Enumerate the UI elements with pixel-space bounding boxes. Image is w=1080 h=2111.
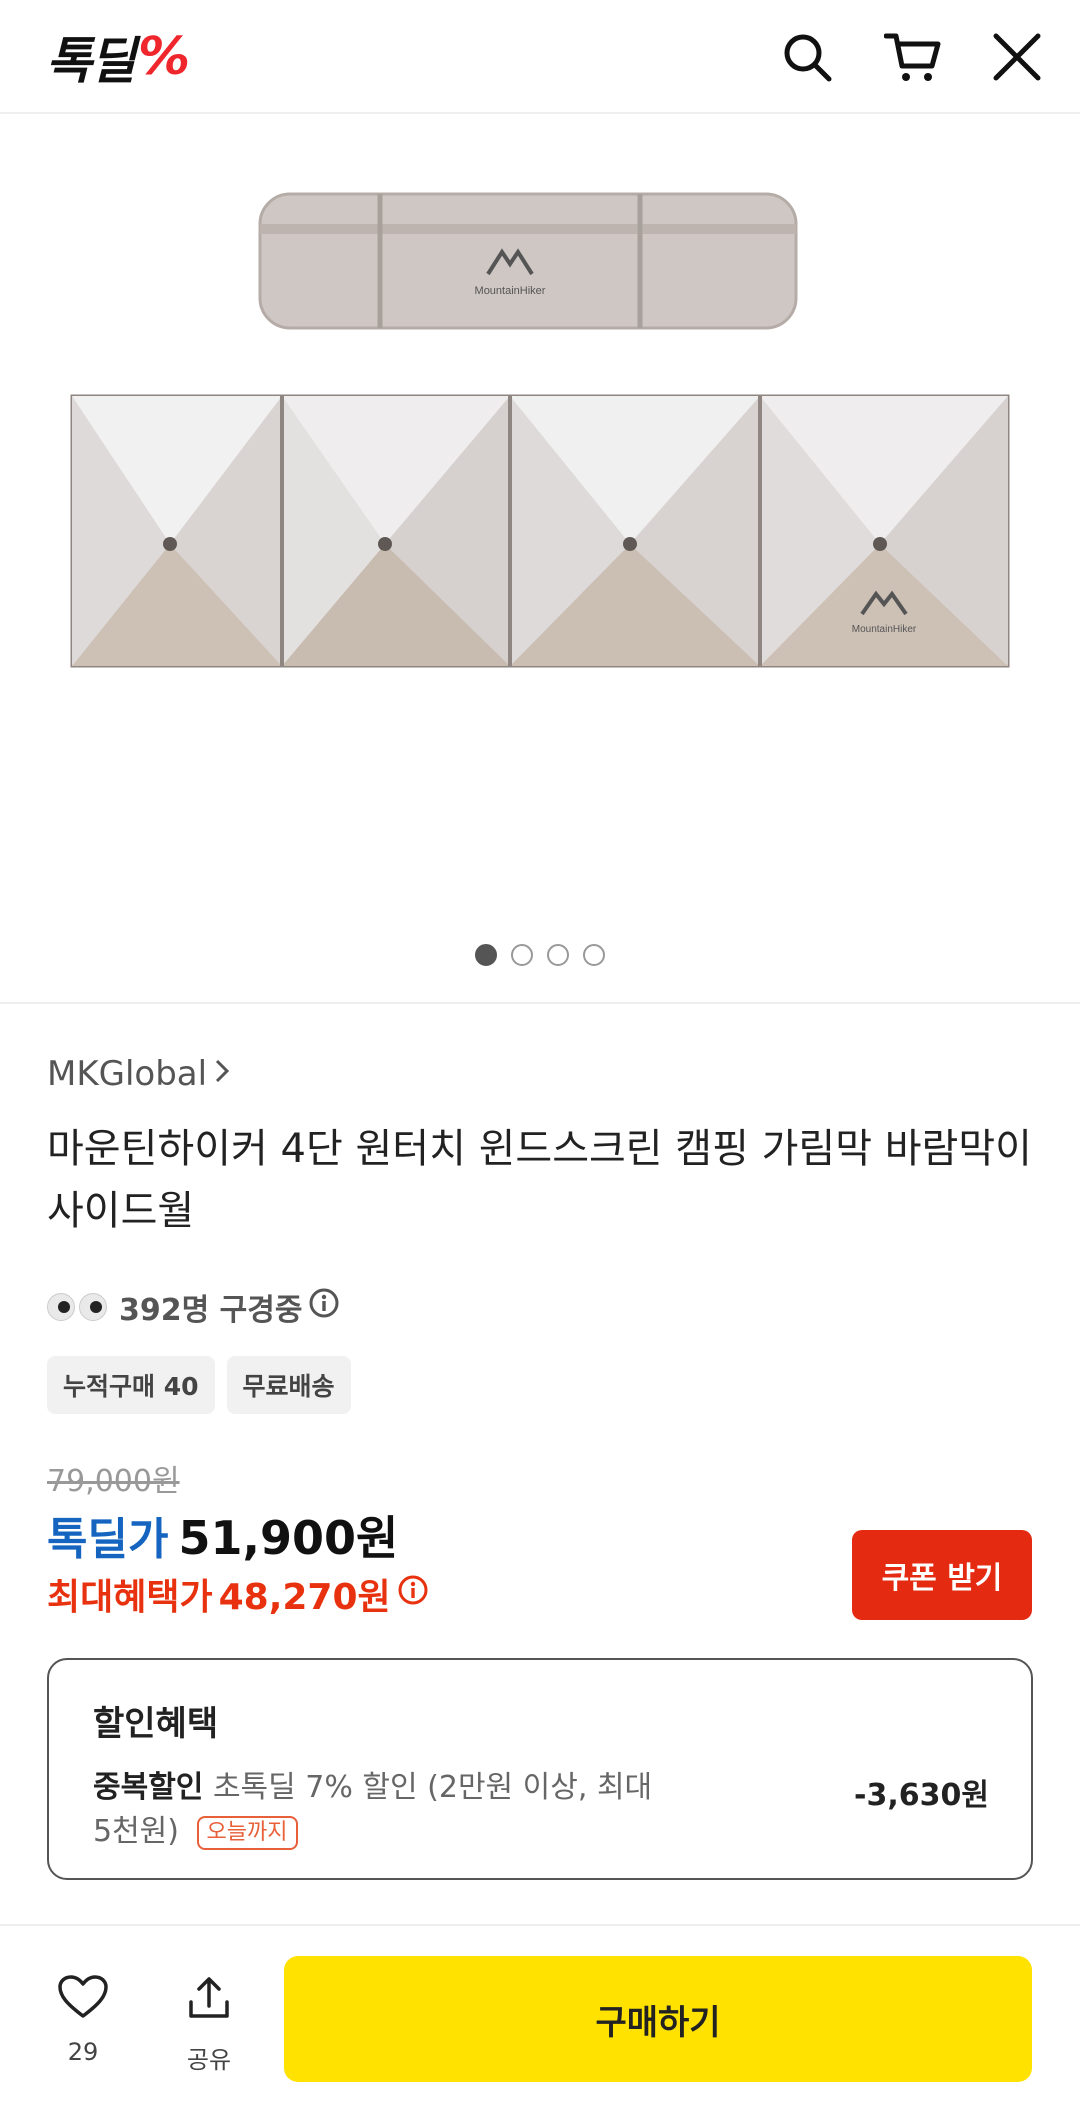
logo-percent-mark: % <box>138 27 191 87</box>
share-icon <box>185 1974 233 2026</box>
tokdeal-logo[interactable]: 톡딜 % <box>46 27 191 90</box>
like-button[interactable]: 29 <box>38 1974 128 2066</box>
share-label: 공유 <box>186 2046 232 2074</box>
benefit-amount: -3,630원 <box>854 1778 989 1813</box>
chevron-right-icon <box>213 1054 231 1094</box>
like-count: 29 <box>67 2038 99 2066</box>
product-image-carousel[interactable]: MountainHiker MountainHiker <box>0 114 1080 1004</box>
today-only-badge: 오늘까지 <box>196 1815 298 1850</box>
top-header: 톡딜 % <box>0 0 1080 114</box>
carousel-dot[interactable] <box>475 944 497 966</box>
max-benefit-price: 48,270원 <box>218 1577 391 1618</box>
viewers-text: 392명 구경중 <box>119 1293 303 1328</box>
logo-text: 톡딜 <box>46 32 136 90</box>
bag-brand-text: MountainHiker <box>475 285 546 297</box>
search-icon[interactable] <box>778 28 836 86</box>
carousel-dot[interactable] <box>547 944 569 966</box>
bottom-action-bar: 29 공유 구매하기 <box>0 1924 1080 2111</box>
get-coupon-button[interactable]: 쿠폰 받기 <box>852 1530 1032 1620</box>
deal-price-row: 톡딜가 51,900원 <box>47 1502 398 1568</box>
discount-benefit-box: 할인혜택 중복할인 초톡딜 7% 할인 (2만원 이상, 최대 5천원) 오늘까… <box>47 1658 1033 1880</box>
carousel-dot[interactable] <box>583 944 605 966</box>
viewers-indicator: 392명 구경중 <box>47 1285 340 1329</box>
max-benefit-price-row: 최대혜택가 48,270원 <box>47 1568 429 1620</box>
seller-name: MKGlobal <box>47 1054 208 1094</box>
close-icon[interactable] <box>988 28 1046 86</box>
info-icon[interactable] <box>308 1287 340 1327</box>
product-title: 마운틴하이커 4단 원터치 윈드스크린 캠핑 가림막 바람막이 사이드월 <box>47 1126 1032 1234</box>
info-icon[interactable] <box>397 1574 429 1615</box>
deal-price-label: 톡딜가 <box>47 1514 169 1565</box>
product-chips: 누적구매 40 무료배송 <box>47 1356 351 1414</box>
chip-cumulative-purchases: 누적구매 40 <box>47 1356 215 1414</box>
share-button[interactable]: 공유 <box>164 1974 254 2075</box>
carousel-dot[interactable] <box>511 944 533 966</box>
deal-price: 51,900원 <box>178 1511 399 1565</box>
seller-link[interactable]: MKGlobal <box>47 1054 231 1094</box>
original-price: 79,000원 <box>47 1464 180 1499</box>
divider <box>0 1002 1080 1004</box>
carousel-pagination <box>0 944 1080 968</box>
benefit-type-label: 중복할인 <box>93 1770 204 1805</box>
eyes-icon <box>47 1293 107 1321</box>
benefit-description: 중복할인 초톡딜 7% 할인 (2만원 이상, 최대 5천원) 오늘까지 <box>93 1766 653 1854</box>
panel-brand-text: MountainHiker <box>852 624 917 635</box>
product-image: MountainHiker MountainHiker <box>70 192 1010 668</box>
chip-free-shipping: 무료배송 <box>226 1356 351 1414</box>
heart-icon <box>57 1974 109 2024</box>
buy-button[interactable]: 구매하기 <box>284 1956 1032 2082</box>
cart-icon[interactable] <box>884 28 942 86</box>
benefit-title: 할인혜택 <box>93 1704 219 1744</box>
max-benefit-label: 최대혜택가 <box>47 1577 213 1618</box>
